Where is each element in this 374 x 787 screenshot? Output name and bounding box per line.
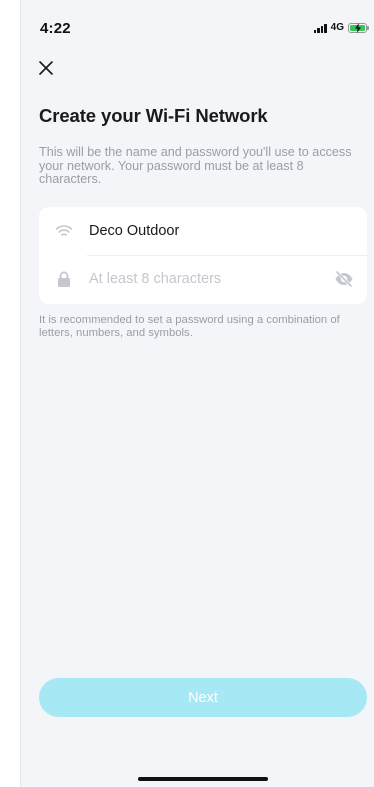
home-indicator <box>138 777 268 781</box>
charging-bolt-icon <box>355 22 361 33</box>
next-button[interactable]: Next <box>39 678 367 717</box>
page-title: Create your Wi-Fi Network <box>39 105 268 126</box>
status-indicators: 4G <box>313 22 369 33</box>
password-row <box>39 255 367 303</box>
network-name-row <box>39 207 367 255</box>
status-time: 4:22 <box>40 20 71 37</box>
network-type-label: 4G <box>330 22 344 33</box>
wifi-icon <box>55 222 73 240</box>
status-bar: 4:22 4G <box>21 0 374 50</box>
password-hint: It is recommended to set a password usin… <box>39 314 340 339</box>
password-input[interactable] <box>89 267 329 291</box>
page-description: This will be the name and password you'l… <box>39 145 352 186</box>
close-x-icon <box>39 61 53 75</box>
signal-strength-icon <box>313 23 327 33</box>
close-button[interactable] <box>35 57 57 79</box>
lock-icon <box>55 270 73 288</box>
battery-charging-icon <box>348 22 369 33</box>
wifi-form-card <box>39 207 367 304</box>
password-visibility-toggle[interactable] <box>333 268 355 290</box>
phone-screen: 4:22 4G Create your Wi-Fi Network This w <box>20 0 374 787</box>
eye-off-icon <box>335 271 353 287</box>
battery-nub <box>367 26 369 30</box>
network-name-input[interactable] <box>89 219 329 243</box>
